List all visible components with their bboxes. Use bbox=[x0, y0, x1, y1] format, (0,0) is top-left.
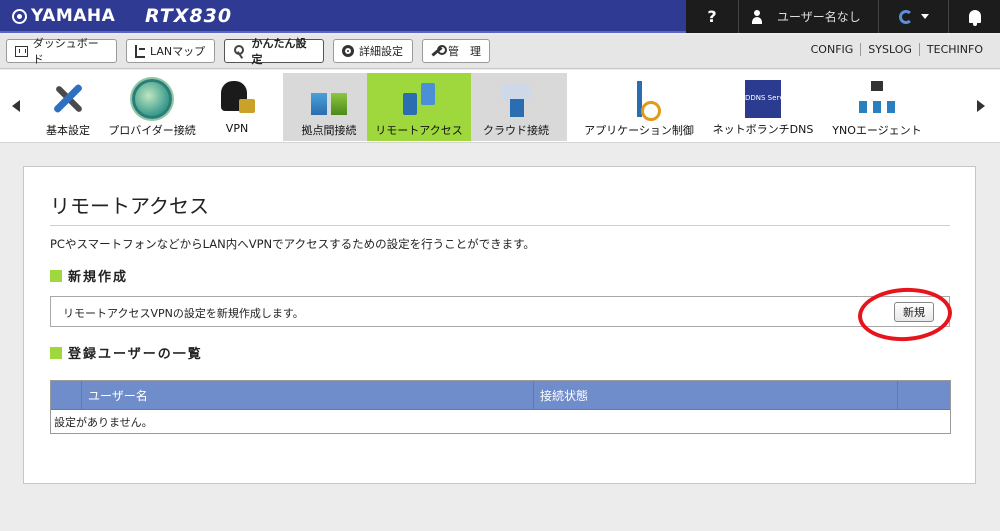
remote-access-icon bbox=[399, 79, 439, 119]
yno-agent-icon bbox=[857, 79, 897, 119]
create-new-box: リモートアクセスVPNの設定を新規作成します。 新規 bbox=[50, 296, 950, 327]
top-bar: YAMAHA RTX830 ? ユーザー名なし bbox=[0, 0, 1000, 33]
menu-item-label: クラウド接続 bbox=[483, 124, 549, 137]
nav-advanced-label: 詳細設定 bbox=[359, 45, 403, 58]
techinfo-link[interactable]: TECHINFO bbox=[918, 43, 990, 56]
menu-item-label: ネットボランチDNS bbox=[712, 123, 814, 136]
red-annotation-circle bbox=[856, 285, 954, 344]
yamaha-emblem-icon bbox=[12, 8, 27, 24]
user-menu[interactable]: ユーザー名なし bbox=[738, 0, 878, 33]
page-description: PCやスマートフォンなどからLAN内へVPNでアクセスするための設定を行うことが… bbox=[50, 237, 535, 251]
menu-item-app-control[interactable]: アプリケーション制御 bbox=[580, 70, 698, 141]
cloud-icon bbox=[496, 79, 536, 119]
table-header: ユーザー名 接続状態 bbox=[51, 381, 950, 410]
column-header-actions bbox=[897, 381, 950, 410]
scroll-left-arrow-icon[interactable] bbox=[12, 100, 20, 112]
content-panel: リモートアクセス PCやスマートフォンなどからLAN内へVPNでアクセスするため… bbox=[23, 166, 976, 484]
menu-item-netvolante-dns[interactable]: DDNS Service ネットボランチDNS bbox=[709, 70, 817, 141]
menu-item-remote-access[interactable]: リモートアクセス bbox=[369, 70, 469, 141]
wizard-icon bbox=[233, 44, 246, 58]
title-divider bbox=[50, 225, 950, 226]
nav-management-button[interactable]: 管 理 bbox=[422, 39, 490, 63]
status-spinner-icon bbox=[898, 9, 913, 24]
nav-lan-map-label: LANマップ bbox=[150, 45, 206, 58]
utility-links: CONFIG SYSLOG TECHINFO bbox=[804, 43, 990, 56]
nav-management-label: 管 理 bbox=[448, 45, 481, 58]
status-dropdown[interactable] bbox=[878, 0, 948, 33]
globe-icon bbox=[132, 79, 172, 119]
tools-icon bbox=[48, 79, 88, 119]
column-header-connection-status: 接続状態 bbox=[533, 381, 897, 410]
menu-item-yno-agent[interactable]: YNOエージェント bbox=[827, 70, 927, 141]
notification-button[interactable] bbox=[948, 0, 1000, 33]
users-section-heading: 登録ユーザーの一覧 bbox=[50, 343, 203, 362]
site-connection-icon bbox=[309, 79, 349, 119]
menu-item-cloud[interactable]: クラウド接続 bbox=[478, 70, 554, 141]
nav-dashboard-label: ダッシュボード bbox=[32, 37, 99, 66]
section-marker-icon bbox=[50, 346, 62, 359]
main-nav: ダッシュボード LANマップ かんたん設定 詳細設定 管 理 CONFIG SY… bbox=[0, 35, 1000, 69]
feature-menu: 基本設定 プロバイダー接続 VPN 拠点間接続 リモートアクセス クラウド接続 … bbox=[0, 70, 1000, 143]
menu-item-label: 拠点間接続 bbox=[301, 124, 357, 137]
model-name: RTX830 bbox=[145, 5, 233, 27]
scroll-right-arrow-icon[interactable] bbox=[977, 100, 985, 112]
menu-item-label: リモートアクセス bbox=[375, 124, 463, 137]
user-icon bbox=[751, 9, 763, 24]
brand-name: YAMAHA bbox=[31, 6, 116, 26]
ddns-icon: DDNS Service bbox=[745, 80, 794, 118]
dashboard-icon bbox=[15, 45, 28, 57]
menu-item-label: VPN bbox=[225, 122, 249, 135]
column-header-username: ユーザー名 bbox=[81, 381, 533, 410]
app-control-icon bbox=[619, 79, 661, 121]
users-section-title: 登録ユーザーの一覧 bbox=[68, 347, 203, 362]
create-new-text: リモートアクセスVPNの設定を新規作成します。 bbox=[63, 307, 304, 320]
user-name: ユーザー名なし bbox=[777, 10, 861, 24]
menu-item-label: YNOエージェント bbox=[832, 124, 922, 137]
nav-easy-setup-button[interactable]: かんたん設定 bbox=[224, 37, 324, 66]
menu-item-provider[interactable]: プロバイダー接続 bbox=[104, 70, 200, 141]
menu-item-vpn[interactable]: VPN bbox=[214, 70, 260, 141]
nav-advanced-button[interactable]: 詳細設定 bbox=[333, 39, 413, 63]
menu-item-site-connection[interactable]: 拠点間接続 bbox=[293, 70, 365, 141]
lan-map-icon bbox=[135, 44, 145, 58]
page-title: リモートアクセス bbox=[50, 194, 209, 218]
nav-easy-setup-label: かんたん設定 bbox=[251, 37, 307, 66]
user-list-table: ユーザー名 接続状態 設定がありません。 bbox=[50, 380, 951, 434]
create-section-heading: 新規作成 bbox=[50, 266, 128, 285]
wrench-icon bbox=[431, 45, 447, 57]
nav-dashboard-button[interactable]: ダッシュボード bbox=[6, 37, 117, 66]
nav-lan-map-button[interactable]: LANマップ bbox=[126, 39, 215, 63]
table-empty-row: 設定がありません。 bbox=[54, 415, 153, 429]
create-section-title: 新規作成 bbox=[68, 270, 129, 285]
menu-item-basic-settings[interactable]: 基本設定 bbox=[40, 70, 96, 141]
vpn-lock-icon bbox=[217, 79, 257, 119]
syslog-link[interactable]: SYSLOG bbox=[860, 43, 919, 56]
section-marker-icon bbox=[50, 269, 62, 282]
top-right-toolbar: ? ユーザー名なし bbox=[686, 0, 1000, 33]
gear-icon bbox=[342, 45, 354, 57]
config-link[interactable]: CONFIG bbox=[804, 43, 861, 56]
help-button[interactable]: ? bbox=[686, 0, 738, 33]
column-header-select bbox=[51, 381, 81, 410]
yamaha-logo: YAMAHA bbox=[12, 6, 115, 26]
menu-item-label: プロバイダー接続 bbox=[108, 124, 196, 137]
bell-icon bbox=[968, 10, 981, 26]
menu-item-label: 基本設定 bbox=[46, 124, 90, 137]
chevron-down-icon bbox=[920, 14, 929, 19]
menu-item-label: アプリケーション制御 bbox=[584, 124, 694, 137]
